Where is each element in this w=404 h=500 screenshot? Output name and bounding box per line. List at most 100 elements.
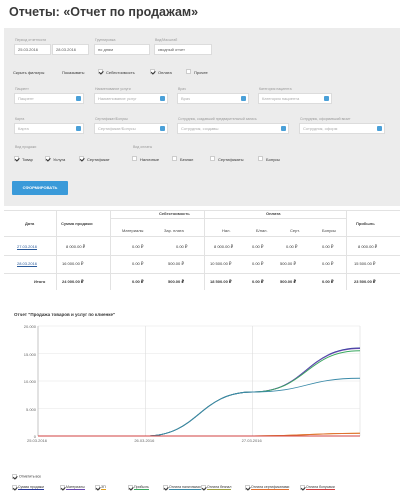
legend-select-all[interactable]: Отметить все (12, 474, 41, 479)
pay-type-cash-checkbox[interactable] (132, 156, 137, 161)
period-label: Период отчетности (15, 38, 47, 42)
pay-type-card-checkbox[interactable] (172, 156, 177, 161)
search-icon[interactable] (324, 96, 329, 101)
hide-filters-link[interactable]: Скрыть фильтры (13, 70, 44, 75)
employee-input[interactable]: Сотрудник, создавш (177, 123, 289, 134)
legend-item[interactable]: Сумма продажи (12, 485, 44, 491)
row-cert: 500.00 ₽ (280, 261, 296, 266)
series-line-0 (38, 347, 361, 437)
employee2-input[interactable]: Сотрудник, оформ (299, 123, 385, 134)
search-icon[interactable] (377, 126, 382, 131)
series-line-3 (38, 350, 361, 437)
table-border-top (4, 210, 400, 211)
row-date-link[interactable]: 27.03.2016 (17, 244, 37, 249)
date-from-field[interactable]: 25.03.2016 (14, 44, 51, 55)
legend-item[interactable]: Оплата сертификатами (245, 485, 290, 491)
legend-item[interactable]: Оплата бонусами (300, 485, 335, 491)
coupon-placeholder: Сертификат/Бонусы (98, 126, 136, 131)
th-sum: Сумма продажи (61, 221, 93, 226)
search-icon[interactable] (281, 126, 286, 131)
legend-checkbox[interactable] (60, 485, 65, 490)
patient-input[interactable]: Пациент (14, 93, 84, 104)
category-label: Категория пациента (259, 87, 292, 91)
date-to-field[interactable]: 28.03.2016 (52, 44, 89, 55)
group-label: Группировка (95, 38, 116, 42)
table-subheader-line (110, 218, 346, 219)
row-profit: 8 000.00 ₽ (358, 244, 378, 249)
legend-label: Материалы (66, 485, 85, 491)
show-pay-checkbox[interactable] (150, 69, 155, 74)
th-cert: Серт. (290, 228, 300, 233)
legend-checkbox[interactable] (163, 485, 168, 490)
x-tick-label: 25.03.2016 (27, 438, 48, 443)
legend-item[interactable]: Материалы (60, 485, 85, 491)
row-line (4, 255, 400, 256)
total-label: Итого (34, 279, 46, 284)
doctor-input[interactable]: Врач (177, 93, 249, 104)
legend-item[interactable]: Оплата безнал (201, 485, 232, 491)
line-chart (37, 325, 361, 437)
pay-type-label: Вид оплаты (133, 145, 153, 149)
sale-type-label: Вид продажи (15, 145, 37, 149)
search-icon[interactable] (241, 96, 246, 101)
row-bonus: 0.00 ₽ (322, 261, 334, 266)
th-pay: Оплата (266, 211, 281, 216)
total-cash: 18 500.00 ₽ (210, 279, 232, 284)
category-input[interactable]: Категория пациента (258, 93, 332, 104)
search-icon[interactable] (160, 126, 165, 131)
employee-placeholder: Сотрудник, создавш (181, 126, 219, 131)
mode-select[interactable]: сводный отчет (154, 44, 212, 55)
card-input[interactable]: Карта (14, 123, 84, 134)
search-icon[interactable] (76, 96, 81, 101)
legend-label: Оплата наличными (169, 485, 201, 491)
pay-type-card-label: Безнал (180, 157, 194, 162)
select-all-label: Отметить все (19, 474, 42, 479)
submit-button[interactable]: СФОРМИРОВАТЬ (12, 181, 68, 195)
select-all-checkbox[interactable] (12, 474, 17, 479)
legend-label: ЗП (101, 485, 106, 491)
y-tick-label: 5.000 (25, 406, 36, 412)
th-profit: Прибыль (356, 221, 375, 226)
sale-type-cert-label: Сертификат (87, 157, 110, 162)
legend-checkbox[interactable] (128, 485, 133, 490)
row-date-link[interactable]: 28.03.2016 (17, 261, 37, 266)
legend-checkbox[interactable] (95, 485, 100, 490)
doctor-placeholder: Врач (181, 96, 191, 101)
legend-checkbox[interactable] (12, 485, 17, 490)
search-icon[interactable] (76, 126, 81, 131)
table-header-line (4, 236, 400, 237)
legend-item[interactable]: ЗП (95, 485, 106, 491)
row-salary: 0.00 ₽ (176, 244, 188, 249)
legend-item[interactable]: Прибыль (128, 485, 149, 491)
row-cashless: 0.00 ₽ (252, 244, 264, 249)
col-sep (56, 210, 57, 290)
sale-type-goods-checkbox[interactable] (14, 156, 19, 161)
row-cashless: 0.00 ₽ (252, 261, 264, 266)
doctor-label: Врач (178, 87, 186, 91)
total-bonus: 0.00 ₽ (322, 279, 334, 284)
total-cert: 500.00 ₽ (280, 279, 297, 284)
service-placeholder: Наименование услуг (98, 96, 137, 101)
show-other-checkbox[interactable] (186, 69, 191, 74)
y-tick-label: 20.000 (23, 324, 36, 329)
chart-title: Отчет "Продажа товаров и услуг по клиенк… (14, 312, 116, 317)
legend-item[interactable]: Оплата наличными (163, 485, 201, 491)
pay-type-bonus-checkbox[interactable] (258, 156, 263, 161)
row-salary: 500.00 ₽ (168, 261, 184, 266)
legend-checkbox[interactable] (201, 485, 206, 490)
report-table: Дата Сумма продажи Себестоимость Оплата … (4, 206, 400, 290)
coupon-input[interactable]: Сертификат/Бонусы (94, 123, 168, 134)
legend-checkbox[interactable] (300, 485, 305, 490)
service-label: Наименование услуги (95, 87, 131, 91)
legend-label: Оплата сертификатами (251, 485, 290, 491)
group-select[interactable]: по дням (94, 44, 150, 55)
service-input[interactable]: Наименование услуг (94, 93, 168, 104)
sale-type-goods-label: Товар (22, 157, 33, 162)
sale-type-cert-checkbox[interactable] (79, 156, 84, 161)
coupon-label: Сертификат/Бонусы (95, 117, 128, 121)
legend-checkbox[interactable] (245, 485, 250, 490)
sale-type-service-checkbox[interactable] (45, 156, 50, 161)
search-icon[interactable] (160, 96, 165, 101)
pay-type-cert-checkbox[interactable] (210, 156, 215, 161)
show-cost-checkbox[interactable] (98, 69, 103, 74)
